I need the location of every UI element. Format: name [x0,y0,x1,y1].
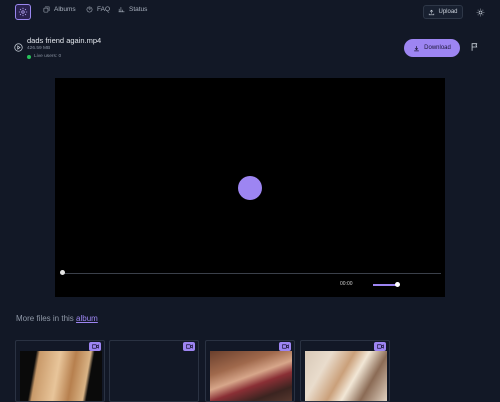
flag-icon[interactable] [470,42,480,52]
theme-toggle-button[interactable] [473,5,487,19]
chart-icon [118,7,125,13]
download-button[interactable]: Download [404,39,460,57]
play-circle-icon [14,43,23,52]
upload-button[interactable]: Upload [423,5,463,19]
live-users-status: Live users: 0 [27,54,61,59]
file-size: 426.59 MB [27,46,51,51]
upload-icon [429,9,435,15]
live-users-label: Live users: 0 [34,54,62,59]
more-files-heading: More files in this album [16,314,98,323]
current-time: 00:00 [340,281,353,287]
video-camera-icon [89,342,101,351]
progress-handle[interactable] [60,270,65,275]
nav-status[interactable]: Status [118,6,147,13]
video-thumbnail [210,351,292,401]
file-title: dads friend again.mp4 [27,36,102,45]
download-label: Download [424,45,451,51]
nav-status-label: Status [129,6,148,13]
volume-handle[interactable] [395,282,400,287]
albums-icon [43,6,50,13]
top-navbar: Albums FAQ Status Upload [0,0,500,26]
more-files-prefix: More files in this [16,314,74,323]
nav-faq-label: FAQ [97,6,111,13]
video-thumbnail [20,351,102,401]
nav-albums[interactable]: Albums [43,6,76,13]
file-card[interactable] [109,340,199,402]
video-camera-icon [279,342,291,351]
download-icon [414,45,419,51]
video-player[interactable]: 00:00 [55,78,445,297]
upload-label: Upload [438,9,458,15]
file-card[interactable] [15,340,105,402]
file-card[interactable] [205,340,295,402]
progress-bar[interactable] [62,273,441,274]
nav-albums-label: Albums [54,6,76,13]
video-camera-icon [374,342,386,351]
album-link[interactable]: album [76,314,98,323]
video-thumbnail [305,351,387,401]
play-button[interactable] [238,176,262,200]
nav-faq[interactable]: FAQ [86,6,110,13]
live-indicator-dot [27,54,31,59]
file-card[interactable] [300,340,390,402]
sun-icon [476,8,484,16]
gear-icon [18,7,28,17]
help-icon [86,6,93,13]
video-camera-icon [183,342,195,351]
logo[interactable] [15,4,31,20]
